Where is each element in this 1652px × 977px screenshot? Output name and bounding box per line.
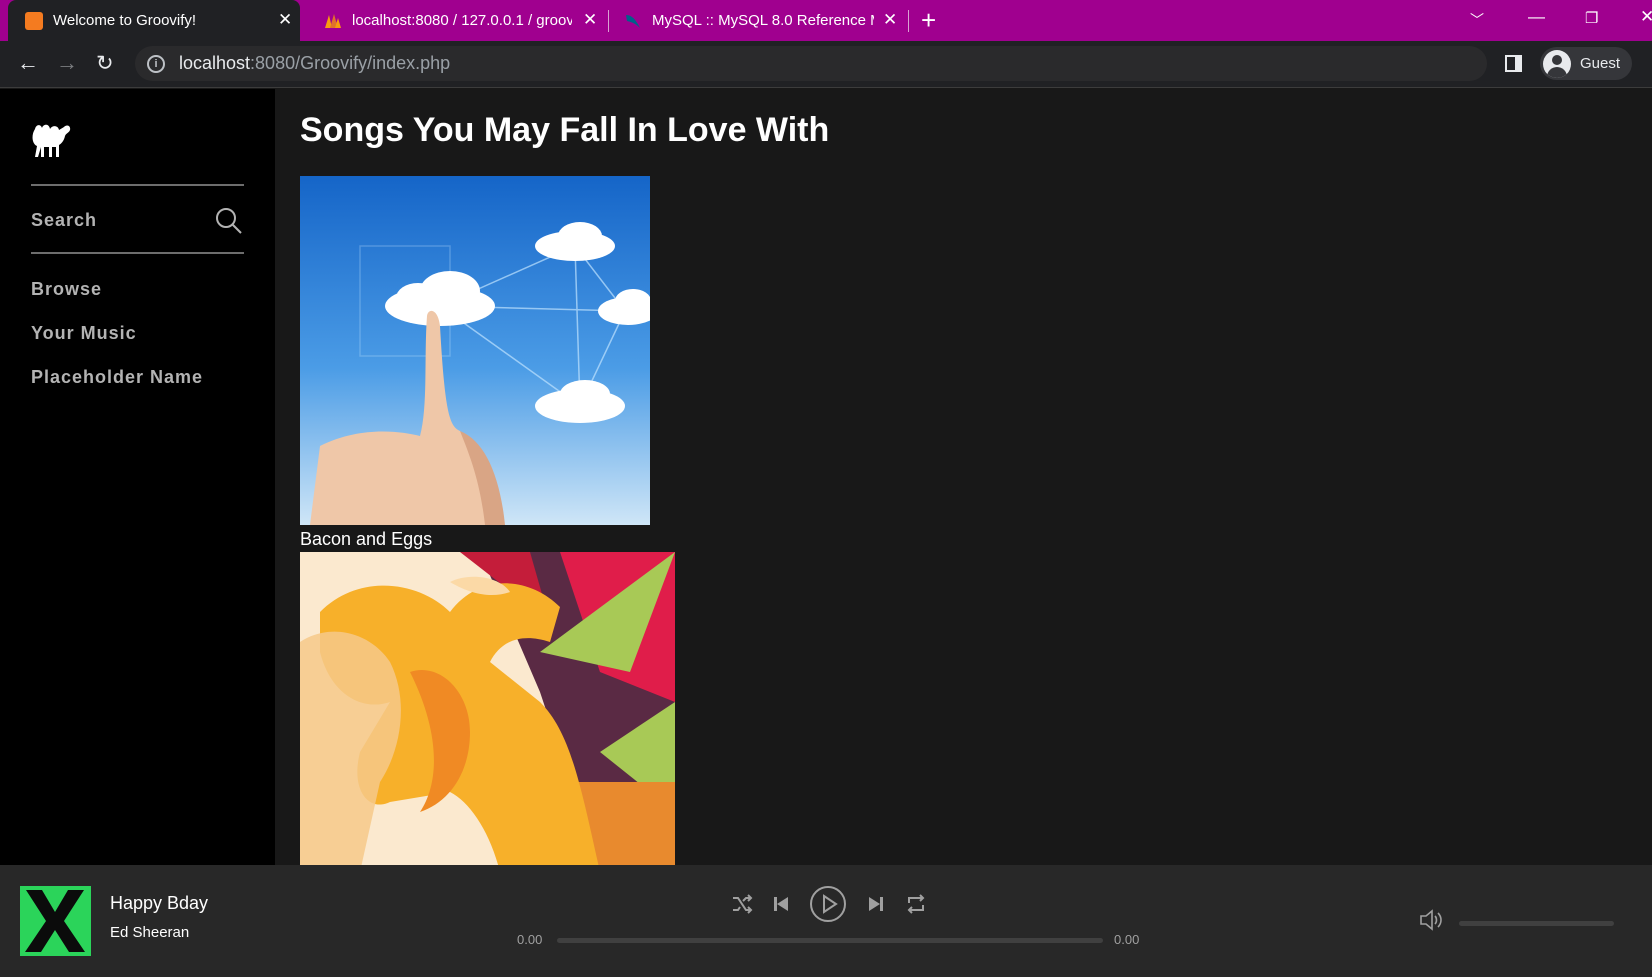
tab-phpmyadmin[interactable]: localhost:8080 / 127.0.0.1 / groov ✕ <box>310 0 600 41</box>
sidebar: Search Browse Your Music Placeholder Nam… <box>0 89 275 865</box>
reload-icon[interactable]: ↻ <box>96 51 114 76</box>
profile-name: Guest <box>1580 55 1621 72</box>
nav-link-placeholder-name[interactable]: Placeholder Name <box>31 367 203 388</box>
album-title[interactable]: Bacon and Eggs <box>300 529 650 550</box>
tab-title: Welcome to Groovify! <box>53 12 197 29</box>
url-path: :8080/Groovify/index.php <box>250 53 451 73</box>
site-info-icon[interactable]: i <box>147 54 165 73</box>
camel-icon[interactable] <box>30 119 72 159</box>
mysql-favicon-icon <box>626 14 640 28</box>
total-time: 0.00 <box>1114 932 1140 947</box>
search-icon[interactable] <box>215 207 243 235</box>
url-host: localhost <box>179 53 251 73</box>
xampp-favicon-icon <box>25 11 43 30</box>
current-time: 0.00 <box>517 932 543 947</box>
close-tab-icon[interactable]: ✕ <box>883 10 897 30</box>
profile-button[interactable]: Guest <box>1540 47 1632 80</box>
album-art-image[interactable] <box>300 552 675 865</box>
now-playing-song[interactable]: Happy Bday <box>110 893 208 914</box>
new-tab-button[interactable]: + <box>921 5 936 36</box>
previous-icon[interactable] <box>772 895 790 913</box>
now-playing-bar: Happy Bday Ed Sheeran 0.00 0.00 <box>0 865 1652 977</box>
close-tab-icon[interactable]: ✕ <box>278 10 292 30</box>
restore-icon[interactable]: ❐ <box>1585 9 1598 27</box>
close-window-icon[interactable]: ✕ <box>1640 7 1652 27</box>
back-arrow-icon[interactable]: ← <box>17 50 39 76</box>
volume-icon[interactable] <box>1418 908 1444 932</box>
minimize-icon[interactable]: — <box>1528 7 1545 27</box>
phpmyadmin-favicon-icon <box>325 13 341 28</box>
next-icon[interactable] <box>867 895 885 913</box>
side-panel-icon[interactable] <box>1505 55 1522 72</box>
nav-link-browse[interactable]: Browse <box>31 279 102 300</box>
divider <box>31 252 244 254</box>
url-bar[interactable]: i localhost:8080/Groovify/index.php <box>135 46 1487 81</box>
tab-title: localhost:8080 / 127.0.0.1 / groov <box>352 12 572 29</box>
address-bar-row: ← → ↻ i localhost:8080/Groovify/index.ph… <box>0 41 1652 88</box>
now-playing-artist[interactable]: Ed Sheeran <box>110 924 189 941</box>
album-card[interactable] <box>300 552 675 865</box>
forward-arrow-icon[interactable]: → <box>56 50 78 76</box>
volume-bar[interactable] <box>1459 921 1614 926</box>
tab-mysql-reference[interactable]: MySQL :: MySQL 8.0 Reference M ✕ <box>610 0 900 41</box>
shuffle-icon[interactable] <box>731 893 753 915</box>
divider <box>31 184 244 186</box>
nav-link-your-music[interactable]: Your Music <box>31 323 137 344</box>
page-title: Songs You May Fall In Love With <box>300 111 830 149</box>
tab-title: MySQL :: MySQL 8.0 Reference M <box>652 12 874 29</box>
browser-menu-icon[interactable]: ⋮ <box>1646 53 1652 74</box>
tab-search-chevron-icon[interactable]: ﹀ <box>1470 10 1484 30</box>
tab-separator <box>608 10 609 32</box>
progress-bar[interactable] <box>557 938 1103 943</box>
now-playing-album-art <box>20 886 91 956</box>
tab-welcome-to-groovify[interactable]: Welcome to Groovify! ✕ <box>8 0 300 41</box>
browser-tab-bar: Welcome to Groovify! ✕ localhost:8080 / … <box>0 0 1652 41</box>
main-content: Songs You May Fall In Love With Bacon an… <box>275 89 1652 865</box>
close-tab-icon[interactable]: ✕ <box>583 10 597 30</box>
avatar-icon <box>1543 49 1571 78</box>
repeat-icon[interactable] <box>905 893 927 915</box>
album-art-image[interactable] <box>300 176 650 525</box>
tab-separator <box>908 10 909 32</box>
album-card[interactable]: Bacon and Eggs <box>300 176 650 550</box>
search-link[interactable]: Search <box>31 210 97 231</box>
play-icon[interactable] <box>809 885 847 923</box>
